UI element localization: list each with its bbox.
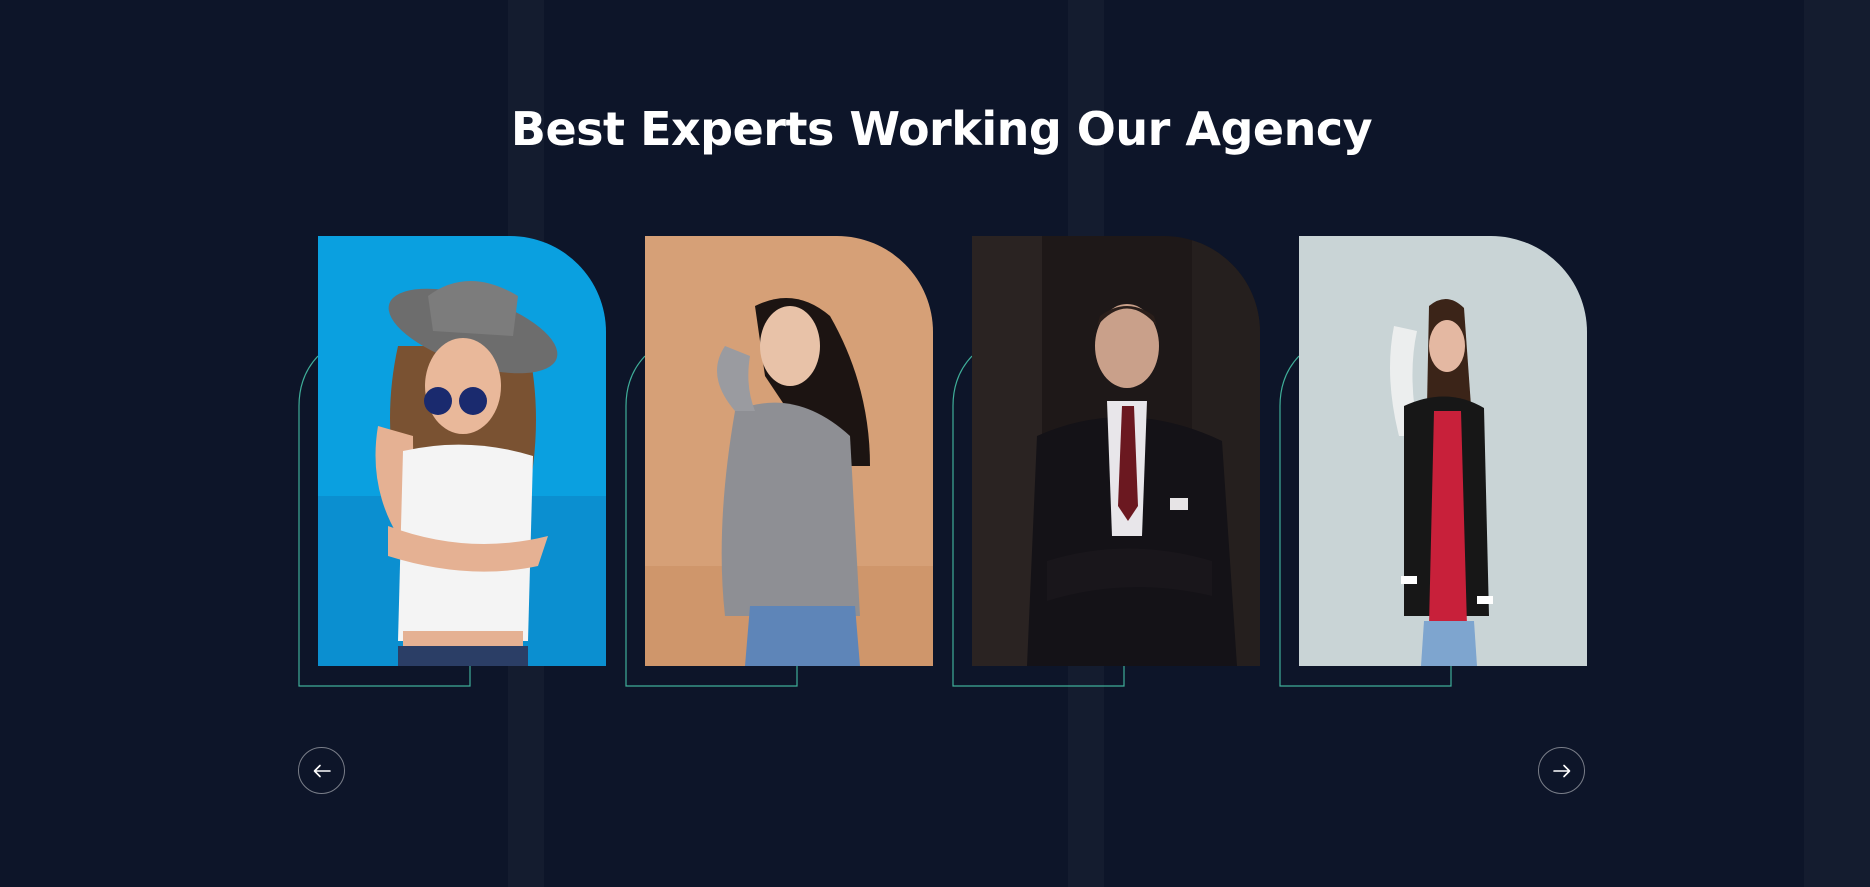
- expert-photo: [645, 236, 933, 666]
- expert-card[interactable]: [625, 236, 933, 687]
- previous-button[interactable]: [298, 747, 345, 794]
- next-button[interactable]: [1538, 747, 1585, 794]
- section-title: Best Experts Working Our Agency: [510, 102, 1373, 156]
- expert-photo: [1299, 236, 1587, 666]
- expert-card[interactable]: [1279, 236, 1587, 687]
- expert-card[interactable]: [952, 236, 1260, 687]
- experts-section: Best Experts Working Our Agency: [0, 0, 1870, 887]
- arrow-right-icon: [1552, 764, 1570, 777]
- expert-photo: [318, 236, 606, 666]
- expert-photo: [972, 236, 1260, 666]
- expert-card[interactable]: [298, 236, 606, 687]
- arrow-left-icon: [313, 764, 331, 777]
